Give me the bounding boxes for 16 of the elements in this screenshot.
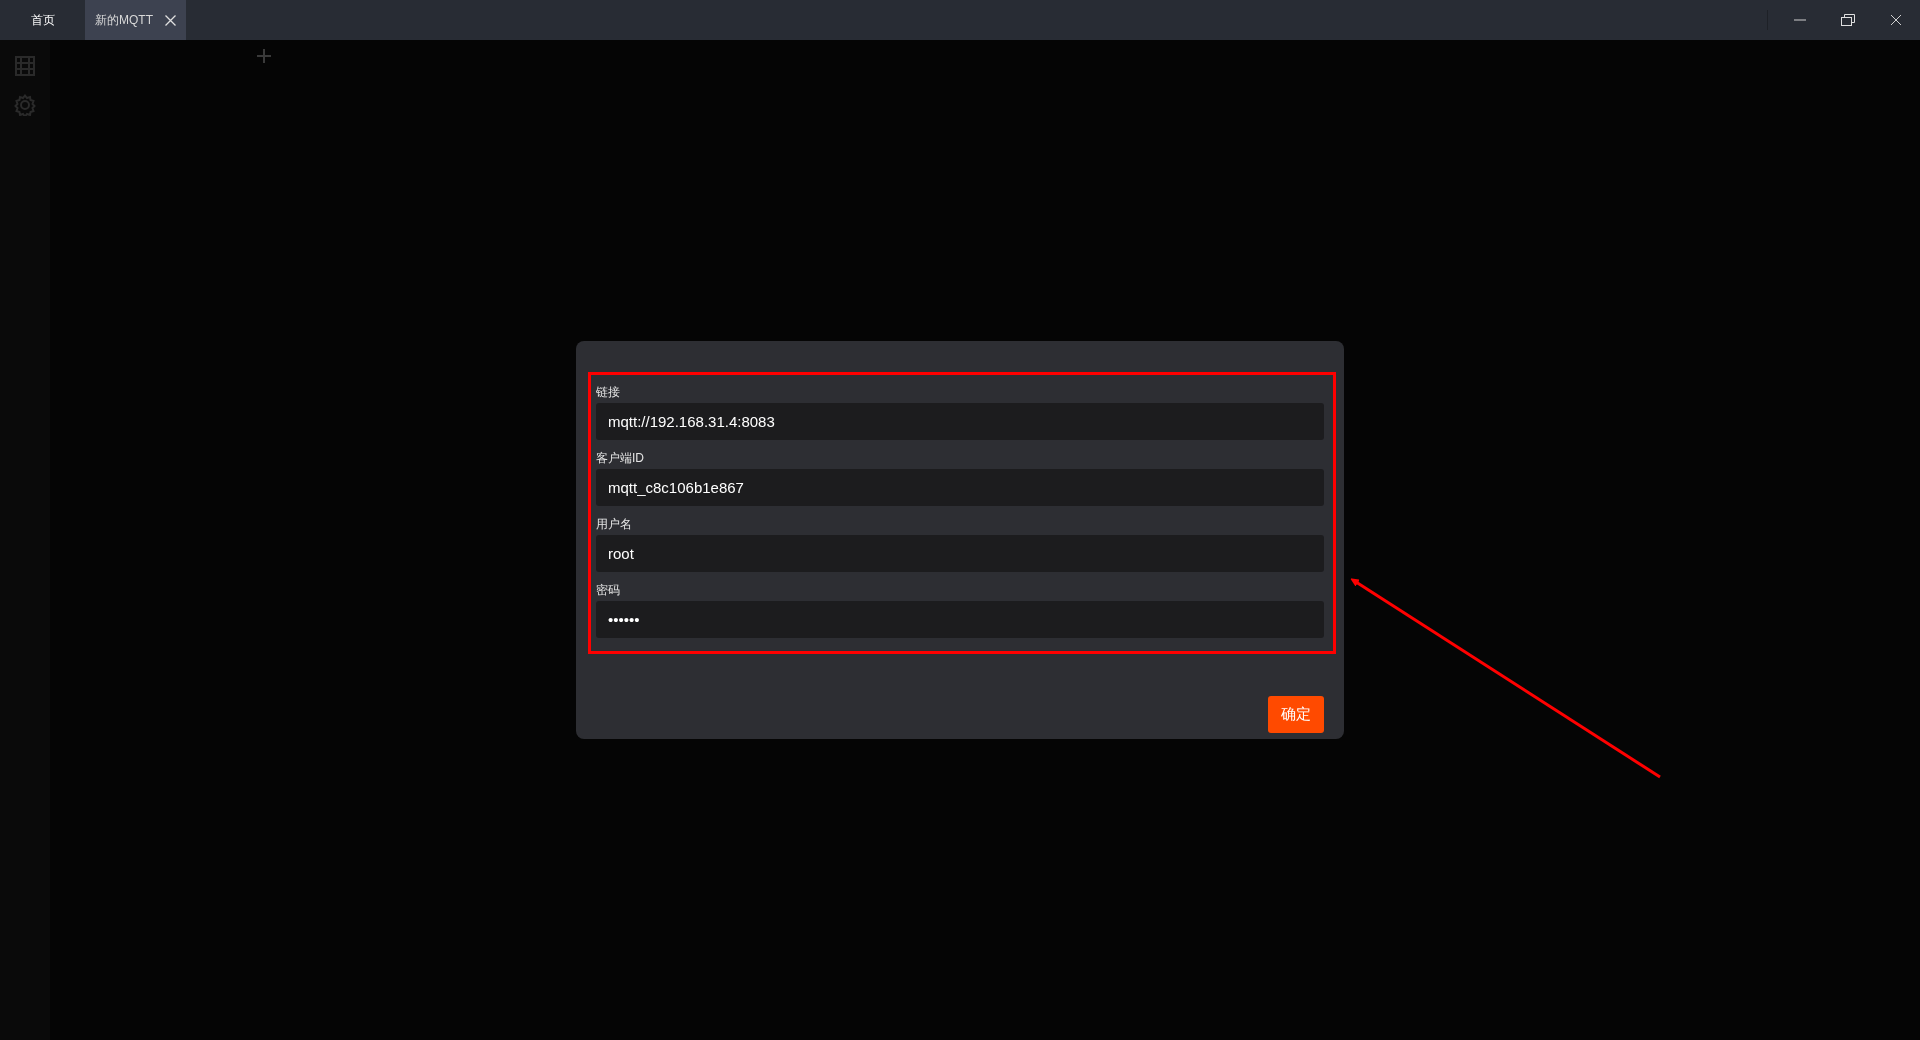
field-label: 密码 [596,582,621,599]
field-label: 客户端ID [596,450,645,467]
minimize-icon [1794,19,1806,21]
tab[interactable]: 首页 [0,0,85,40]
settings-icon[interactable] [14,94,36,116]
field-label: 用户名 [596,516,633,533]
close-icon [1890,14,1902,26]
input-field[interactable]: root [596,535,1324,572]
restore-icon [1841,14,1855,26]
add-icon[interactable] [257,49,271,63]
input-field[interactable]: •••••• [596,601,1324,638]
tab[interactable]: 新的MQTT [85,0,186,40]
input-field[interactable]: mqtt://192.168.31.4:8083 [596,403,1324,440]
field-label: 链接 [596,384,621,401]
close-icon[interactable] [165,14,176,26]
input-field[interactable]: mqtt_c8c106b1e867 [596,469,1324,506]
